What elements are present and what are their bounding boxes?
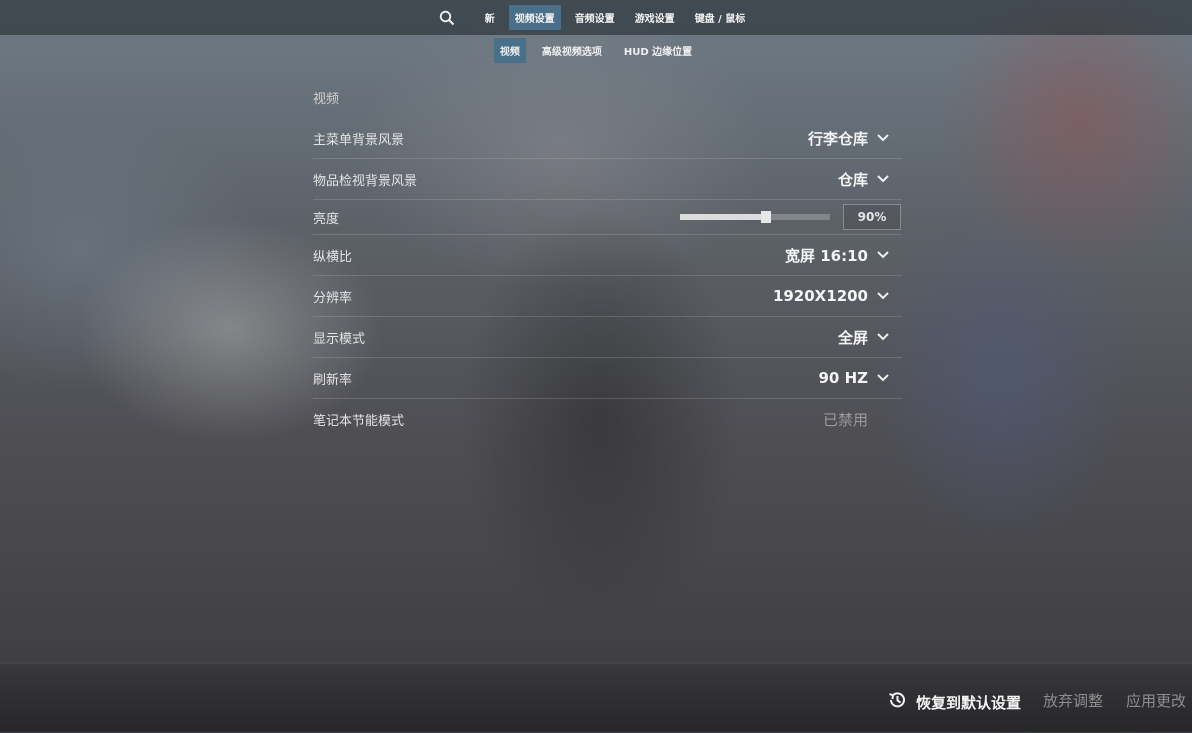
setting-label: 亮度 — [313, 211, 340, 227]
chevron-down-icon[interactable] — [876, 289, 890, 303]
chevron-down-icon[interactable] — [876, 131, 890, 145]
restore-defaults-button[interactable]: 恢复到默认设置 — [887, 690, 1021, 714]
setting-value[interactable]: 90 HZ — [818, 369, 868, 387]
setting-label: 笔记本节能模式 — [313, 413, 405, 429]
setting-row-main-menu-background[interactable]: 主菜单背景风景 行李仓库 — [313, 118, 902, 159]
apply-changes-button[interactable]: 应用更改 — [1126, 690, 1186, 711]
chevron-down-icon[interactable] — [876, 248, 890, 262]
history-icon — [887, 690, 907, 714]
section-title: 视频 — [313, 92, 340, 107]
video-settings-panel: 视频 主菜单背景风景 行李仓库 物品检视背景风景 仓库 亮度 90% 纵横比 宽… — [313, 88, 902, 439]
brightness-value-field[interactable]: 90% — [843, 204, 901, 230]
setting-row-aspect-ratio[interactable]: 纵横比 宽屏 16:10 — [313, 235, 902, 276]
tab-video-settings[interactable]: 视频设置 — [508, 5, 561, 30]
setting-value[interactable]: 宽屏 16:10 — [785, 245, 868, 266]
subtab-video[interactable]: 视频 — [493, 37, 526, 63]
chevron-down-icon[interactable] — [876, 330, 890, 344]
search-icon[interactable] — [437, 8, 457, 28]
chevron-down-icon[interactable] — [876, 172, 890, 186]
subtab-hud-edge[interactable]: HUD 边缘位置 — [618, 38, 698, 63]
discard-changes-button[interactable]: 放弃调整 — [1043, 690, 1103, 711]
setting-row-laptop-power-saving: 笔记本节能模式 已禁用 — [313, 399, 902, 439]
setting-row-brightness: 亮度 90% — [313, 200, 902, 235]
setting-row-inspect-background[interactable]: 物品检视背景风景 仓库 — [313, 159, 902, 200]
top-navigation: 新 视频设置 音频设置 游戏设置 键盘 / 鼠标 — [0, 0, 1192, 35]
chevron-down-icon[interactable] — [876, 371, 890, 385]
restore-defaults-label: 恢复到默认设置 — [916, 693, 1022, 712]
tab-keyboard-mouse[interactable]: 键盘 / 鼠标 — [689, 5, 752, 30]
setting-value[interactable]: 行李仓库 — [808, 128, 868, 149]
tab-audio-settings[interactable]: 音频设置 — [569, 5, 621, 30]
tab-new[interactable]: 新 — [479, 5, 501, 30]
setting-label: 主菜单背景风景 — [313, 132, 405, 148]
subtab-advanced-video[interactable]: 高级视频选项 — [536, 38, 608, 63]
slider-fill — [680, 214, 766, 220]
setting-value[interactable]: 全屏 — [838, 327, 868, 348]
setting-row-display-mode[interactable]: 显示模式 全屏 — [313, 317, 902, 358]
setting-label: 刷新率 — [313, 372, 353, 388]
setting-row-resolution[interactable]: 分辨率 1920X1200 — [313, 276, 902, 317]
setting-value[interactable]: 仓库 — [838, 169, 868, 190]
setting-label: 物品检视背景风景 — [313, 173, 418, 189]
bottom-action-bar: 恢复到默认设置 放弃调整 应用更改 — [0, 663, 1192, 733]
brightness-slider[interactable] — [680, 211, 830, 223]
setting-label: 分辨率 — [313, 290, 353, 306]
setting-value[interactable]: 1920X1200 — [773, 287, 868, 305]
setting-value-disabled: 已禁用 — [822, 410, 868, 429]
sub-navigation: 视频 高级视频选项 HUD 边缘位置 — [0, 37, 1192, 63]
tab-game-settings[interactable]: 游戏设置 — [629, 5, 681, 30]
slider-thumb[interactable] — [760, 211, 771, 223]
setting-label: 显示模式 — [313, 331, 366, 347]
setting-label: 纵横比 — [313, 249, 353, 265]
setting-row-refresh-rate[interactable]: 刷新率 90 HZ — [313, 358, 902, 399]
